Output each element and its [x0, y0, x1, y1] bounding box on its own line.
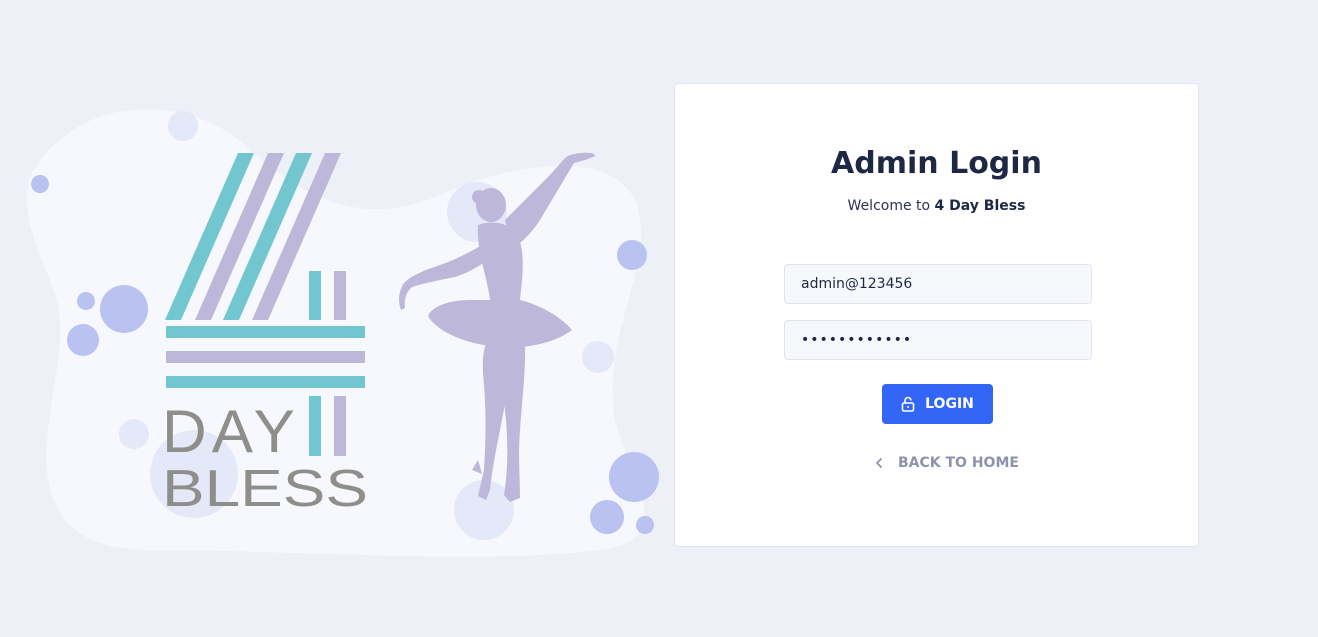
bubble [119, 419, 149, 449]
brand-illustration: DAY BLESS [26, 109, 659, 557]
login-page: DAY BLESS Admin Login Welcome to 4 Day B… [0, 0, 1318, 637]
page-title: Admin Login [831, 146, 1042, 181]
bubble [582, 341, 614, 373]
bubble [168, 111, 198, 141]
password-field[interactable] [784, 320, 1092, 360]
logo-text-bless: BLESS [162, 460, 368, 518]
welcome-prefix: Welcome to [847, 198, 931, 214]
bubble [100, 285, 148, 333]
login-button-label: LOGIN [925, 396, 974, 412]
email-field[interactable] [784, 264, 1092, 304]
unlock-icon [901, 396, 915, 412]
bubble [609, 452, 659, 502]
chevron-left-icon [874, 457, 884, 469]
welcome-brand: 4 Day Bless [934, 198, 1026, 214]
bubble [590, 500, 624, 534]
bubble [77, 292, 95, 310]
back-to-home-label: BACK TO HOME [898, 455, 1019, 471]
bubble [67, 324, 99, 356]
bubble [617, 240, 647, 270]
back-to-home-link[interactable]: BACK TO HOME [874, 455, 1019, 471]
logo-text-day: DAY [162, 398, 300, 465]
bubble [31, 175, 49, 193]
welcome-text: Welcome to 4 Day Bless [674, 198, 1199, 214]
bubble [636, 516, 654, 534]
login-button[interactable]: LOGIN [882, 384, 993, 424]
